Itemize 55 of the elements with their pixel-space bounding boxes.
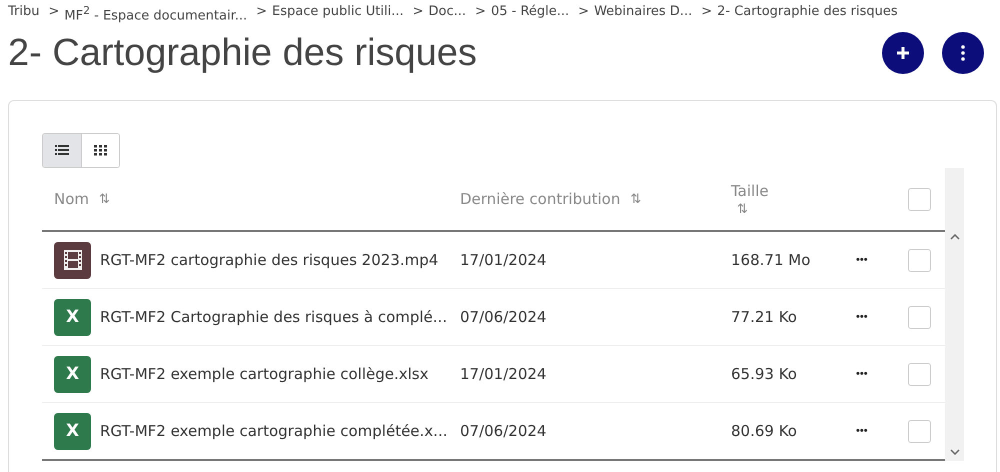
date-cell-text: 17/01/2024 [460,365,548,383]
column-header[interactable]: Dernière contribution [460,190,620,208]
breadcrumb-separator: > [256,4,268,21]
row-checkbox[interactable] [908,362,931,386]
breadcrumb-link[interactable]: Doc... [428,4,466,22]
file-name[interactable]: RGT-MF2 exemple cartographie collège.xlsx [100,365,460,383]
breadcrumb-link[interactable]: 05 - Régle... [490,4,570,22]
file-name[interactable]: RGT-MF2 cartographie des risques 2023.mp4 [100,251,460,269]
breadcrumb-link[interactable]: 2- Cartographie des risques [717,4,898,22]
breadcrumb-separator: > [475,4,486,21]
file-name[interactable]: RGT-MF2 Cartographie des risques à complé... [100,308,460,326]
grid-icon [94,145,107,156]
video-file-icon [54,242,91,278]
size-cell-text: 77.21 Ko [731,308,798,326]
scroll-up-icon [950,234,960,240]
list-view-button[interactable] [43,134,82,167]
breadcrumb-separator: > [48,4,60,21]
row-menu-button[interactable]: ••• [856,425,868,437]
page-title: 2- Cartographie des risques [8,32,477,74]
row-menu-button[interactable]: ••• [856,311,868,323]
date-cell-text: 07/06/2024 [460,308,548,326]
sort-icon[interactable]: ⇅ [99,192,110,206]
column-header[interactable]: Taille [731,182,769,200]
sort-icon[interactable]: ⇅ [630,192,642,206]
scroll-down-icon [950,449,960,455]
more-icon [961,45,965,61]
spreadsheet-file-icon: X [54,298,91,336]
breadcrumb-link[interactable]: Espace public Utili... [272,4,404,22]
spreadsheet-file-icon: X [54,356,91,392]
size-cell-text: 80.69 Ko [731,422,798,440]
breadcrumb-separator: > [578,4,590,21]
size-cell-text: 168.71 Mo [731,251,812,269]
date-cell-text: 07/06/2024 [460,422,548,440]
sort-icon[interactable]: ⇅ [731,202,748,216]
spreadsheet-file-icon: X [54,412,91,450]
column-header[interactable]: Nom [54,190,90,208]
select-all-checkbox[interactable] [908,188,931,210]
row-checkbox[interactable] [908,306,931,328]
size-cell-text: 65.93 Ko [731,365,798,383]
add-button[interactable] [882,32,924,74]
row-menu-button[interactable]: ••• [856,368,868,380]
row-checkbox[interactable] [908,420,931,442]
scrollbar[interactable] [945,168,964,461]
breadcrumb-link[interactable]: Webinaires D... [594,4,692,22]
row-checkbox[interactable] [908,248,931,272]
list-icon [54,145,69,156]
breadcrumb-link[interactable]: Tribu [8,4,40,22]
row-menu-button[interactable]: ••• [856,254,868,266]
breadcrumb-link[interactable]: MF$^{2}$ - Espace documentair... [64,4,248,22]
date-cell-text: 17/01/2024 [460,251,548,269]
add-icon [895,45,911,61]
breadcrumb-separator: > [701,4,712,21]
file-name[interactable]: RGT-MF2 exemple cartographie complétée.x... [100,422,460,440]
breadcrumb-separator: > [412,4,424,21]
more-button[interactable] [942,32,984,74]
